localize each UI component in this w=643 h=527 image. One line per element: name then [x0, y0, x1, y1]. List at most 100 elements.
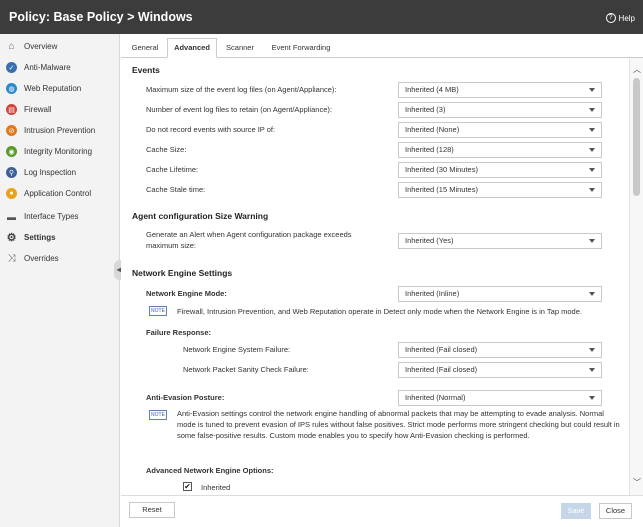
anti-evasion-label: Anti-Evasion Posture: [146, 393, 225, 402]
scroll-up-icon[interactable]: ︿ [633, 64, 641, 75]
event-log-files-label: Number of event log files to retain (on … [146, 105, 332, 114]
sidebar-item-label: Overview [24, 42, 58, 51]
sidebar-item-interface-types[interactable]: ▬ Interface Types [0, 206, 119, 227]
sidebar-item-intrusion-prevention[interactable]: ⊘ Intrusion Prevention [0, 120, 119, 141]
source-ip-label: Do not record events with source IP of: [146, 125, 276, 134]
network-engine-mode-select[interactable]: Inherited (Inline) [398, 286, 602, 302]
select-value: Inherited (15 Minutes) [405, 185, 478, 194]
system-failure-label: Network Engine System Failure: [183, 345, 291, 354]
event-log-files-select[interactable]: Inherited (3) [398, 102, 602, 118]
failure-response-label: Failure Response: [146, 328, 212, 337]
window-title-bar: Policy: Base Policy > Windows ? Help [0, 0, 643, 34]
sidebar-item-label: Firewall [24, 105, 52, 114]
select-value: Inherited (Normal) [405, 393, 466, 402]
events-section-title: Events [132, 65, 160, 75]
save-button[interactable]: Save [561, 503, 591, 519]
note-badge: NOTE [149, 410, 167, 420]
select-value: Inherited (Inline) [405, 289, 460, 298]
scroll-down-icon[interactable]: ﹀ [633, 477, 641, 488]
sidebar-item-label: Settings [24, 233, 56, 242]
settings-gear-icon: ⚙ [6, 232, 17, 244]
sidebar-item-application-control[interactable]: ● Application Control [0, 183, 119, 204]
select-value: Inherited (128) [405, 145, 454, 154]
chevron-down-icon [589, 396, 595, 400]
chevron-down-icon [589, 348, 595, 352]
sidebar-item-label: Log Inspection [24, 168, 77, 177]
sidebar-item-settings[interactable]: ⚙ Settings [0, 227, 119, 248]
cache-lifetime-select[interactable]: Inherited (30 Minutes) [398, 162, 602, 178]
select-value: Inherited (Fail closed) [405, 345, 478, 354]
page-title: Policy: Base Policy > Windows [9, 10, 193, 24]
cache-size-select[interactable]: Inherited (128) [398, 142, 602, 158]
advanced-engine-options-label: Advanced Network Engine Options: [146, 466, 274, 475]
cache-stale-time-select[interactable]: Inherited (15 Minutes) [398, 182, 602, 198]
tab-event-forwarding[interactable]: Event Forwarding [263, 38, 339, 58]
note-badge: NOTE [149, 306, 167, 316]
agent-config-section-title: Agent configuration Size Warning [132, 211, 269, 221]
sidebar-item-label: Overrides [24, 254, 59, 263]
inherited-checkbox[interactable]: ✔ [183, 482, 192, 491]
select-value: Inherited (3) [405, 105, 446, 114]
help-link[interactable]: ? Help [605, 13, 635, 23]
chevron-down-icon [589, 292, 595, 296]
select-value: Inherited (Fail closed) [405, 365, 478, 374]
sidebar-item-web-reputation[interactable]: ◍ Web Reputation [0, 78, 119, 99]
log-inspection-icon: ⚲ [6, 167, 17, 178]
anti-evasion-note: Anti-Evasion settings control the networ… [177, 409, 620, 440]
help-icon: ? [605, 13, 616, 23]
chevron-down-icon [589, 108, 595, 112]
close-button[interactable]: Close [599, 503, 632, 519]
tab-scanner[interactable]: Scanner [219, 38, 261, 58]
settings-panel: Events Maximum size of the event log fil… [121, 58, 629, 495]
web-reputation-icon: ◍ [6, 83, 17, 94]
sidebar-item-label: Web Reputation [24, 84, 82, 93]
sidebar-item-integrity-monitoring[interactable]: ◉ Integrity Monitoring [0, 141, 119, 162]
select-value: Inherited (4 MB) [405, 85, 459, 94]
sidebar-item-label: Application Control [24, 189, 92, 198]
chevron-down-icon [589, 239, 595, 243]
sanity-check-failure-label: Network Packet Sanity Check Failure: [183, 365, 309, 374]
vertical-scrollbar[interactable]: ︿ ﹀ [629, 58, 643, 495]
sidebar: ⌂ Overview ✓ Anti-Malware ◍ Web Reputati… [0, 34, 120, 527]
event-log-size-label: Maximum size of the event log files (on … [146, 85, 337, 94]
sidebar-item-label: Integrity Monitoring [24, 147, 93, 156]
scrollbar-thumb[interactable] [633, 78, 640, 196]
integrity-monitoring-icon: ◉ [6, 146, 17, 157]
overrides-icon: ⤨ [7, 253, 16, 264]
intrusion-prevention-icon: ⊘ [6, 125, 17, 136]
help-label: Help [618, 13, 635, 23]
select-value: Inherited (Yes) [405, 236, 454, 245]
sanity-check-failure-select[interactable]: Inherited (Fail closed) [398, 362, 602, 378]
network-engine-section-title: Network Engine Settings [132, 268, 233, 278]
source-ip-select[interactable]: Inherited (None) [398, 122, 602, 138]
interface-types-icon: ▬ [7, 211, 16, 222]
network-engine-mode-note: Firewall, Intrusion Prevention, and Web … [177, 307, 582, 316]
cache-lifetime-label: Cache Lifetime: [146, 165, 199, 174]
overview-icon: ⌂ [8, 41, 15, 52]
anti-malware-icon: ✓ [6, 62, 17, 73]
agent-config-alert-select[interactable]: Inherited (Yes) [398, 233, 602, 249]
sidebar-item-anti-malware[interactable]: ✓ Anti-Malware [0, 57, 119, 78]
reset-button[interactable]: Reset [129, 502, 175, 518]
cache-stale-time-label: Cache Stale time: [146, 185, 206, 194]
sidebar-item-log-inspection[interactable]: ⚲ Log Inspection [0, 162, 119, 183]
network-engine-mode-label: Network Engine Mode: [146, 289, 227, 298]
agent-config-alert-label: Generate an Alert when Agent configurati… [146, 230, 352, 250]
system-failure-select[interactable]: Inherited (Fail closed) [398, 342, 602, 358]
select-value: Inherited (None) [405, 125, 460, 134]
tab-general[interactable]: General [125, 38, 165, 58]
sidebar-item-overview[interactable]: ⌂ Overview [0, 36, 119, 57]
tab-bar: General Advanced Scanner Event Forwardin… [121, 34, 643, 58]
event-log-size-select[interactable]: Inherited (4 MB) [398, 82, 602, 98]
chevron-down-icon [589, 188, 595, 192]
anti-evasion-select[interactable]: Inherited (Normal) [398, 390, 602, 406]
sidebar-item-label: Interface Types [24, 212, 79, 221]
sidebar-item-firewall[interactable]: ▤ Firewall [0, 99, 119, 120]
chevron-down-icon [589, 128, 595, 132]
chevron-down-icon [589, 148, 595, 152]
sidebar-item-label: Anti-Malware [24, 63, 71, 72]
sidebar-item-overrides[interactable]: ⤨ Overrides [0, 248, 119, 269]
chevron-down-icon [589, 88, 595, 92]
tab-advanced[interactable]: Advanced [167, 38, 217, 58]
footer-bar: Reset Save Close [121, 495, 643, 527]
